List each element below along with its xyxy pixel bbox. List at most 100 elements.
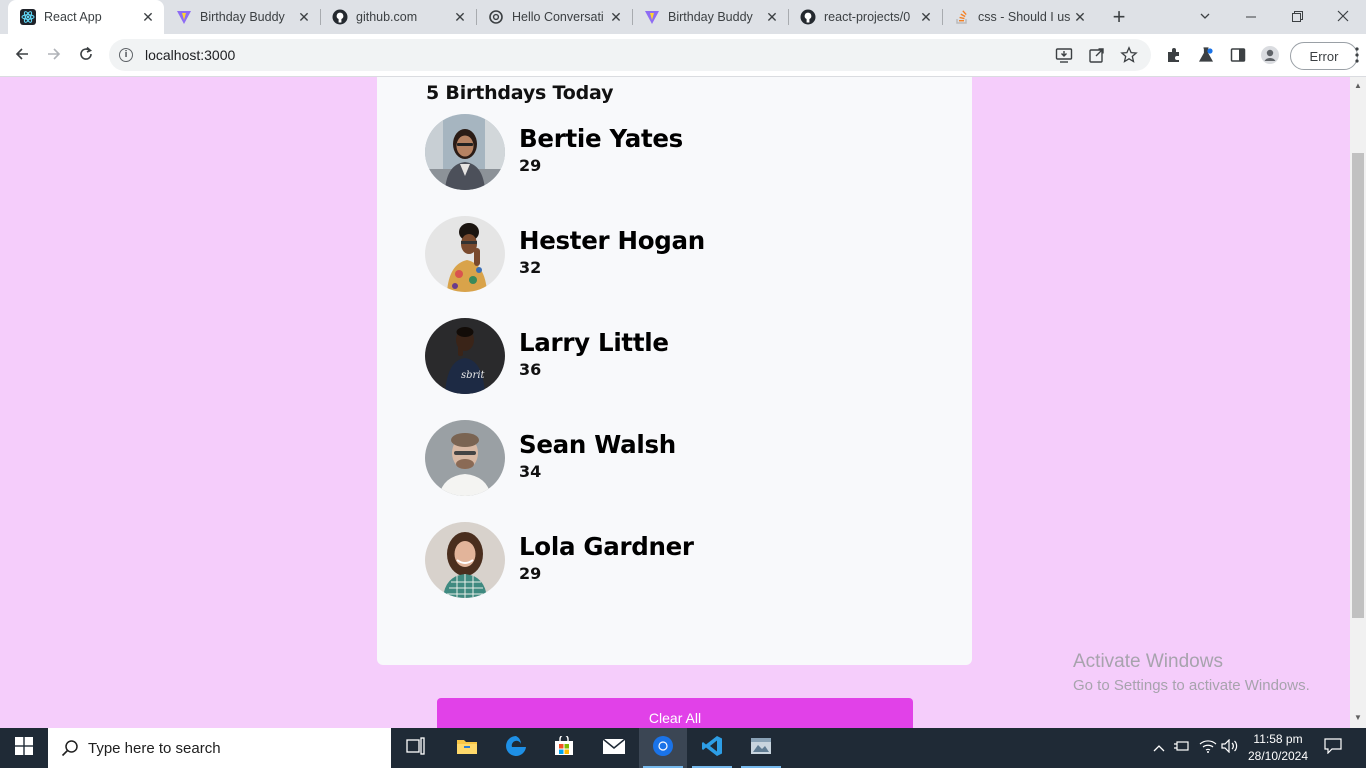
close-tab-icon[interactable]: ✕ [140, 9, 156, 25]
person-age: 36 [519, 360, 542, 379]
tab-title: Birthday Buddy [668, 10, 753, 24]
person-photo [425, 420, 505, 496]
reload-button[interactable] [72, 42, 100, 70]
windows-taskbar: Type here to search 11:58 pm 28/10/2024 [0, 728, 1366, 768]
close-tab-icon[interactable]: ✕ [1072, 9, 1088, 25]
new-tab-button[interactable]: + [1108, 4, 1130, 29]
power-status-button[interactable] [1172, 728, 1192, 768]
edge-icon [505, 735, 527, 762]
file-explorer-button[interactable] [443, 728, 491, 768]
app-window-button[interactable] [737, 728, 785, 768]
stackoverflow-icon [954, 9, 970, 25]
minimize-button[interactable] [1228, 0, 1274, 34]
close-tab-icon[interactable]: ✕ [608, 9, 624, 25]
side-panel-icon[interactable] [1228, 45, 1248, 65]
network-button[interactable] [1198, 728, 1218, 768]
forward-button[interactable] [40, 42, 68, 70]
person-name: Lola Gardner [519, 532, 694, 561]
browser-toolbar: i localhost:3000 Error [0, 34, 1366, 77]
microsoft-store-button[interactable] [540, 728, 588, 768]
extensions-puzzle-icon[interactable] [1164, 45, 1184, 65]
close-window-button[interactable] [1320, 0, 1366, 34]
address-bar[interactable]: i localhost:3000 [109, 39, 1151, 71]
clear-all-button[interactable]: Clear All [437, 698, 913, 728]
person-age: 32 [519, 258, 542, 277]
person-photo [425, 216, 505, 292]
back-button[interactable] [8, 42, 36, 70]
chevron-up-icon [1153, 739, 1165, 757]
person-photo: sbrit [425, 318, 505, 394]
bookmark-star-icon[interactable] [1119, 45, 1139, 65]
chevron-down-icon [1199, 9, 1211, 25]
profile-error-label: Error [1309, 48, 1339, 64]
restore-button[interactable] [1274, 0, 1320, 34]
svg-text:sbrit: sbrit [461, 370, 486, 381]
close-tab-icon[interactable]: ✕ [764, 9, 780, 25]
react-icon [20, 9, 36, 25]
show-hidden-icons-button[interactable] [1150, 728, 1168, 768]
person-age: 34 [519, 462, 542, 481]
close-icon [1337, 9, 1349, 25]
tab-title: react-projects/0 [824, 10, 911, 24]
close-tab-icon[interactable]: ✕ [918, 9, 934, 25]
tab-title: Birthday Buddy [200, 10, 285, 24]
install-app-icon[interactable] [1054, 45, 1074, 65]
vscode-button[interactable] [688, 728, 736, 768]
tab-birthday-buddy[interactable]: Birthday Buddy ✕ [164, 0, 320, 34]
tab-github[interactable]: github.com ✕ [320, 0, 476, 34]
person-photo [425, 522, 505, 598]
tab-react-app[interactable]: React App ✕ [8, 0, 164, 34]
share-icon[interactable] [1087, 45, 1107, 65]
taskbar-clock[interactable]: 11:58 pm 28/10/2024 [1238, 731, 1318, 765]
scroll-up-arrow-icon[interactable]: ▲ [1353, 81, 1363, 91]
wifi-icon [1199, 739, 1217, 758]
profile-error-button[interactable]: Error [1290, 42, 1358, 70]
taskbar-search-box[interactable]: Type here to search [48, 728, 391, 768]
edge-browser-button[interactable] [492, 728, 540, 768]
tab-stackoverflow[interactable]: css - Should I us ✕ [942, 0, 1096, 34]
tab-strip: React App ✕ Birthday Buddy ✕ github.com … [0, 0, 1366, 34]
mail-button[interactable] [590, 728, 638, 768]
restore-icon [1291, 9, 1303, 25]
person-photo [425, 114, 505, 190]
volume-button[interactable] [1220, 728, 1240, 768]
scroll-thumb[interactable] [1352, 153, 1364, 618]
folder-icon [456, 737, 478, 760]
openai-icon [488, 9, 504, 25]
person-name: Sean Walsh [519, 430, 676, 459]
arrow-left-icon [14, 46, 30, 67]
birthdays-heading: 5 Birthdays Today [426, 82, 614, 104]
tab-hello-conversation[interactable]: Hello Conversati ✕ [476, 0, 632, 34]
menu-dots-icon[interactable] [1352, 45, 1362, 65]
task-view-button[interactable] [392, 728, 440, 768]
close-tab-icon[interactable]: ✕ [296, 9, 312, 25]
minimize-icon [1246, 9, 1256, 25]
github-icon [332, 9, 348, 25]
activate-windows-watermark: Activate Windows Go to Settings to activ… [1073, 651, 1310, 694]
chrome-taskbar-button[interactable] [639, 728, 687, 768]
tab-search-button[interactable] [1182, 0, 1228, 34]
person-item: sbrit Larry Little 36 [425, 318, 925, 394]
vscode-icon [701, 735, 723, 762]
clock-date: 28/10/2024 [1247, 749, 1309, 763]
person-item: Lola Gardner 29 [425, 522, 925, 598]
watermark-subtitle: Go to Settings to activate Windows. [1073, 677, 1310, 694]
notifications-button[interactable] [1320, 728, 1346, 768]
birthday-card: 5 Birthdays Today Bertie Yates 29 Hester… [377, 77, 972, 665]
site-info-icon[interactable]: i [119, 48, 133, 62]
profile-avatar-icon[interactable] [1260, 45, 1280, 65]
page-scrollbar[interactable]: ▲ ▼ [1350, 77, 1366, 728]
close-tab-icon[interactable]: ✕ [452, 9, 468, 25]
clear-all-label: Clear All [648, 710, 702, 726]
speaker-icon [1221, 738, 1239, 758]
start-button[interactable] [0, 728, 48, 768]
tab-react-projects[interactable]: react-projects/0 ✕ [788, 0, 942, 34]
tab-title: Hello Conversati [512, 10, 604, 24]
tab-title: css - Should I us [978, 10, 1071, 24]
lab-flask-icon[interactable] [1196, 45, 1216, 65]
arrow-right-icon [46, 46, 62, 67]
store-bag-icon [554, 733, 574, 761]
scroll-down-arrow-icon[interactable]: ▼ [1353, 713, 1363, 723]
tab-birthday-buddy-2[interactable]: Birthday Buddy ✕ [632, 0, 788, 34]
person-name: Larry Little [519, 328, 669, 357]
